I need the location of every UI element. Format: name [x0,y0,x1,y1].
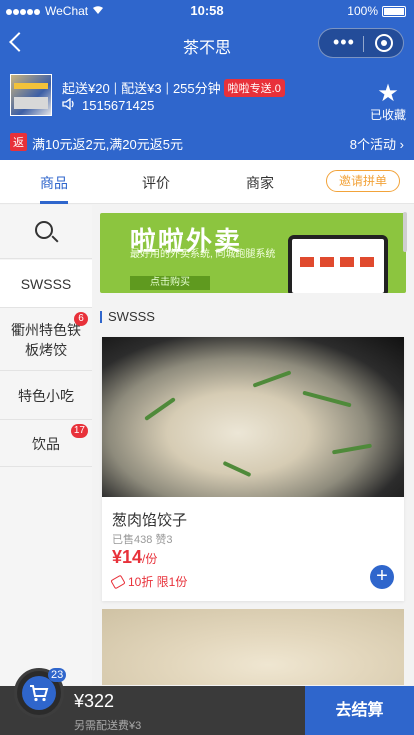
delivery-time: 255分钟 [172,81,221,96]
product-card[interactable]: 葱肉馅饺子 已售438 赞3 ¥14/份 10折 限1份 + [102,337,404,601]
meta-divider: | [165,80,169,95]
active-tab-indicator [40,201,68,204]
search-icon [35,221,53,239]
discount-text: 10折 限1份 [128,575,188,589]
add-to-cart-button[interactable]: + [370,565,394,589]
chevron-right-icon: › [399,137,404,152]
promo-banner[interactable]: 啦啦外卖 最好用的外卖系统, 同城跑腿系统 点击购买 [100,213,406,293]
promo-text: 满10元返2元,满20元返5元 [32,137,183,152]
delivery-fee-note: 另需配送费¥3 [74,720,142,732]
shop-meta: 起送¥20 | 配送¥3 | 255分钟 啦啦专送.0 [62,78,285,97]
product-price: ¥14/份 [112,547,157,568]
section-marker [100,310,102,323]
section-header: SWSSS [100,309,155,324]
app-root: WeChat 10:58 100% 茶不思 ••• 起送¥20 | 配送¥3 |… [0,0,414,735]
battery-percent: 100% [347,4,378,18]
promo-row[interactable]: 返 满10元返2元,满20元返5元 8个活动 › [0,128,414,156]
price-value: 14 [122,547,143,567]
activities-link[interactable]: 8个活动 › [350,134,404,153]
banner-buy-button[interactable]: 点击购买 [130,276,210,290]
price-unit: /份 [142,552,158,566]
sidebar-item-badge: 6 [74,312,88,326]
nav-bar: 茶不思 ••• [0,22,414,66]
star-icon: ★ [377,80,399,107]
invite-group-order-button[interactable]: 邀请拼单 [326,170,400,192]
tab-merchant[interactable]: 商家 [230,173,290,193]
tab-bar: 商品 评价 商家 邀请拼单 [0,160,414,204]
product-image [102,609,404,685]
tab-products[interactable]: 商品 [24,173,84,193]
battery-icon [382,5,406,17]
phone-row[interactable]: 1515671425 [62,97,155,113]
rebate-tag: 返 [10,133,27,151]
min-order: 起送¥20 [62,81,110,96]
sidebar-item-label: SWSSS [20,275,72,292]
capsule-divider [363,36,364,52]
product-discount: 10折 限1份 [110,573,188,590]
delivery-fee: 配送¥3 [121,81,162,96]
activities-label: 8个活动 [349,137,397,152]
product-list: 啦啦外卖 最好用的外卖系统, 同城跑腿系统 点击购买 SWSSS 葱肉馅饺子 已… [92,205,414,685]
shop-logo [10,74,52,116]
shop-phone: 1515671425 [82,98,155,113]
category-sidebar: SWSSS 衢州特色铁板烤饺 6 特色小吃 饮品 17 [0,205,92,685]
phone-mockup-image [288,235,388,293]
product-card[interactable] [102,609,404,685]
delivery-badge: 啦啦专送.0 [223,78,285,97]
target-icon[interactable] [375,34,393,52]
status-bar: WeChat 10:58 100% [0,0,414,22]
product-name: 葱肉馅饺子 [112,512,188,529]
more-dots-icon[interactable]: ••• [333,33,355,51]
favorite-label: 已收藏 [369,108,406,122]
tab-reviews[interactable]: 评价 [126,173,186,193]
sidebar-item-snacks[interactable]: 特色小吃 [0,372,92,420]
sidebar-item-dumplings[interactable]: 衢州特色铁板烤饺 6 [0,309,92,371]
section-title: SWSSS [108,309,155,324]
shop-header: WeChat 10:58 100% 茶不思 ••• 起送¥20 | 配送¥3 |… [0,0,414,160]
sidebar-item-drinks[interactable]: 饮品 17 [0,421,92,467]
sidebar-item-label: 特色小吃 [18,387,74,404]
cart-count-badge: 23 [48,668,67,682]
cart-total: ¥322 [74,691,115,711]
mini-program-capsule: ••• [318,28,404,58]
banner-subtitle: 最好用的外卖系统, 同城跑腿系统 [130,249,276,260]
meta-divider: | [113,80,118,95]
sidebar-search[interactable] [0,205,92,259]
sidebar-item-label: 衢州特色铁板烤饺 [11,321,81,358]
checkout-button[interactable]: 去结算 [305,686,414,735]
sidebar-item-badge: 17 [70,424,88,438]
scrollbar[interactable] [403,212,407,252]
speaker-icon [62,97,76,113]
sidebar-item-swsss[interactable]: SWSSS [0,260,92,308]
tag-icon [110,574,126,589]
sidebar-item-label: 饮品 [32,435,60,452]
product-sales: 已售438 赞3 [112,534,173,546]
product-image [102,337,404,497]
favorite-button[interactable]: ★ 已收藏 [368,82,408,123]
price-symbol: ¥ [112,547,123,567]
